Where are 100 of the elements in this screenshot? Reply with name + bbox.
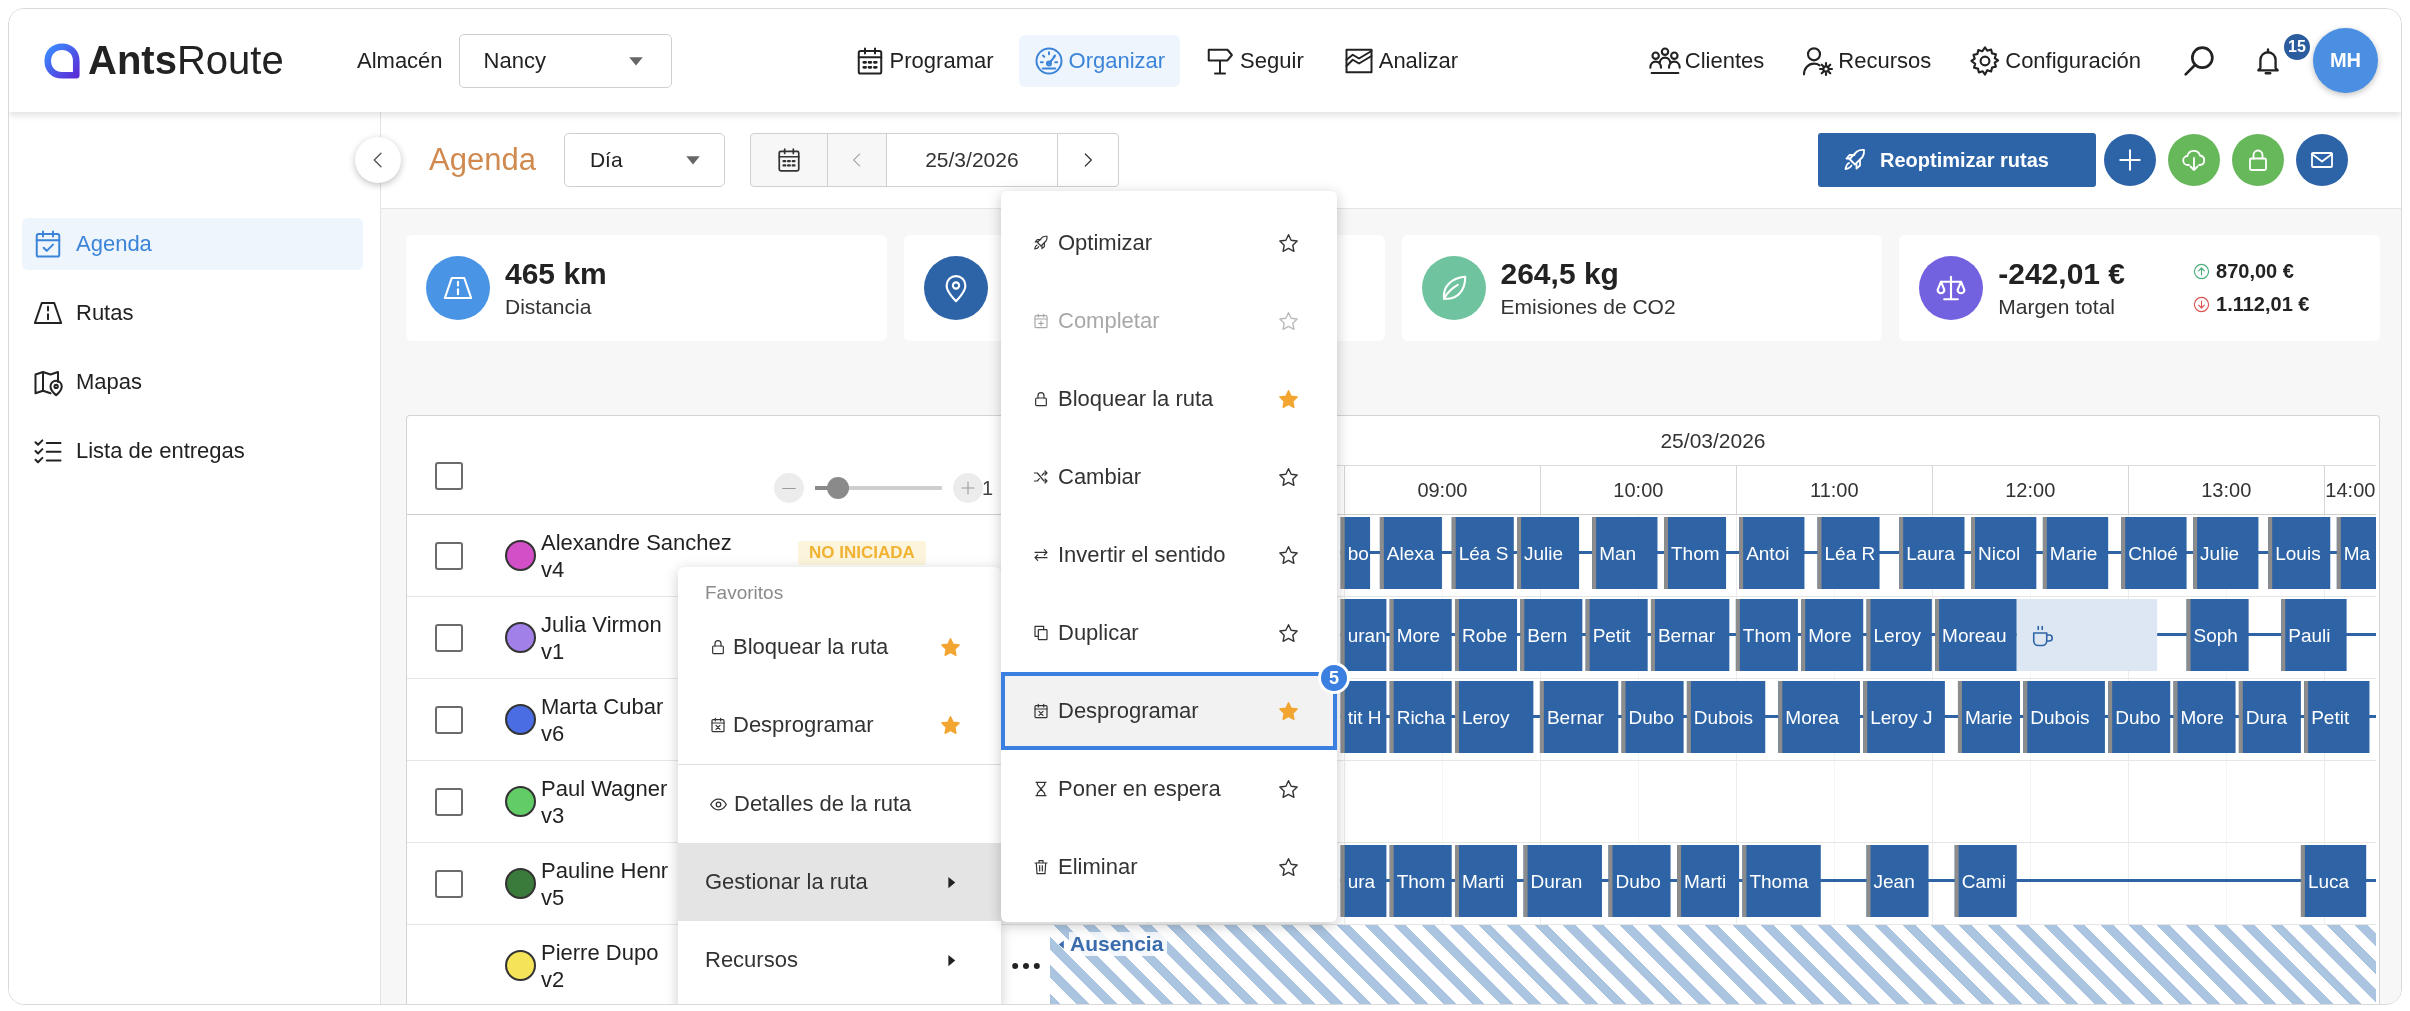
visit[interactable]: Richa xyxy=(1389,681,1452,753)
menu-item[interactable]: Bloquear la ruta xyxy=(678,608,1001,686)
visit[interactable]: Thom xyxy=(1735,599,1798,671)
visit[interactable]: Laura xyxy=(1899,517,1965,589)
visit[interactable]: Dura xyxy=(2238,681,2301,753)
visit[interactable]: Antoi xyxy=(1739,517,1805,589)
visit[interactable]: Thom xyxy=(1389,845,1452,917)
visit[interactable]: Louis xyxy=(2268,517,2331,589)
visit[interactable]: Soph xyxy=(2186,599,2249,671)
menu-item[interactable]: Gestionar la ruta xyxy=(678,843,1001,921)
menu-item[interactable]: Desprogramar xyxy=(678,686,1001,764)
visit[interactable]: Chloé xyxy=(2121,517,2187,589)
menu-item[interactable]: Recursos xyxy=(678,921,1001,999)
zoom-value: 1 xyxy=(982,476,994,500)
menu-item[interactable]: Invertir el sentido xyxy=(1001,516,1337,594)
nav-tab[interactable]: Programar xyxy=(839,34,1009,87)
visit[interactable]: Leroy xyxy=(1455,681,1534,753)
visit[interactable]: Duran xyxy=(1523,845,1602,917)
visit[interactable]: Morea xyxy=(1778,681,1860,753)
visit[interactable]: More xyxy=(1801,599,1864,671)
menu-item[interactable]: Optimizar xyxy=(1001,204,1337,282)
search-button[interactable] xyxy=(2183,44,2215,77)
nav-tab[interactable]: Organizar xyxy=(1018,34,1181,87)
visit[interactable]: Dubo xyxy=(1621,681,1684,753)
visit[interactable]: Bern xyxy=(1520,599,1583,671)
reoptimize-button[interactable]: Reoptimizar rutas xyxy=(1818,133,2096,187)
menu-item[interactable]: Bloquear la ruta xyxy=(1001,360,1337,438)
slider-thumb[interactable] xyxy=(826,477,849,499)
select-all-checkbox[interactable] xyxy=(435,462,463,490)
visit[interactable]: bo xyxy=(1340,517,1371,589)
visit[interactable]: More xyxy=(1389,599,1452,671)
visit[interactable]: Leroy xyxy=(1866,599,1932,671)
menu-item[interactable]: Cambiar xyxy=(1001,438,1337,516)
visit[interactable]: Man xyxy=(1592,517,1658,589)
visit[interactable]: Dubo xyxy=(2108,681,2171,753)
visit[interactable]: Ma xyxy=(2336,517,2376,589)
visit[interactable]: Petit xyxy=(2304,681,2370,753)
calendar-button[interactable] xyxy=(749,133,828,187)
add-button[interactable] xyxy=(2104,134,2156,186)
visit[interactable]: tit H xyxy=(1340,681,1387,753)
visit[interactable]: Thom xyxy=(1664,517,1727,589)
visit[interactable]: Marie xyxy=(2042,517,2109,589)
visit[interactable]: Petit xyxy=(1585,599,1648,671)
sidebar-item[interactable]: Lista de entregas xyxy=(22,425,363,477)
visit[interactable]: Marti xyxy=(1455,845,1518,917)
nav-link[interactable]: Recursos xyxy=(1802,44,1932,77)
calendar-x-icon xyxy=(1033,703,1049,719)
visit[interactable]: uran xyxy=(1340,599,1387,671)
more-button[interactable] xyxy=(1012,962,1040,969)
nav-tab[interactable]: Analizar xyxy=(1328,34,1474,87)
visit[interactable]: Luca xyxy=(2300,845,2367,917)
visit[interactable]: Dubo xyxy=(1608,845,1671,917)
menu-item[interactable]: Poner en espera xyxy=(1001,750,1337,828)
checkbox[interactable] xyxy=(435,541,463,570)
warehouse-label: Almacén xyxy=(357,47,443,74)
checkbox[interactable] xyxy=(435,787,463,816)
visit[interactable]: Marti xyxy=(1677,845,1740,917)
nav-link[interactable]: Configuración xyxy=(1969,44,2141,77)
notification-badge: 15 xyxy=(2282,31,2312,62)
visit[interactable]: Bernar xyxy=(1539,681,1619,753)
visit[interactable]: Julie xyxy=(1517,517,1580,589)
visit[interactable]: Jean xyxy=(1866,845,1929,917)
visit[interactable]: Dubois xyxy=(2023,681,2105,753)
visit[interactable]: Robe xyxy=(1455,599,1518,671)
visit[interactable]: Alexa xyxy=(1379,517,1442,589)
visit[interactable]: Léa S xyxy=(1451,517,1514,589)
sidebar-item[interactable]: Mapas xyxy=(22,356,363,408)
visit[interactable]: Thoma xyxy=(1742,845,1821,917)
people-icon xyxy=(1648,44,1681,77)
notifications-button[interactable] xyxy=(2254,46,2282,75)
visit[interactable]: Nicol xyxy=(1971,517,2037,589)
visit[interactable]: Dubois xyxy=(1686,681,1766,753)
sidebar-item[interactable]: Agenda xyxy=(22,218,363,270)
driver-name: Pierre Dupo xyxy=(541,938,659,966)
checkbox[interactable] xyxy=(435,705,463,734)
visit[interactable]: Marie xyxy=(1957,681,2020,753)
visit[interactable]: Leroy J xyxy=(1863,681,1945,753)
driver-name: Alexandre Sanchez xyxy=(541,528,732,556)
menu-item[interactable]: Detalles de la ruta xyxy=(678,765,1001,843)
view-select[interactable]: Día xyxy=(563,133,725,187)
warehouse-select[interactable]: Nancy xyxy=(458,33,672,88)
sidebar-item[interactable]: Rutas xyxy=(22,287,363,339)
date-field[interactable]: 25/3/2026 xyxy=(885,133,1058,187)
visit[interactable]: Léa R xyxy=(1817,517,1880,589)
visit[interactable]: Cami xyxy=(1954,845,2017,917)
visit[interactable]: More xyxy=(2173,681,2236,753)
visit[interactable]: ura xyxy=(1340,845,1387,917)
visit[interactable]: Moreau xyxy=(1935,599,2017,671)
nav-link[interactable]: Clientes xyxy=(1648,44,1765,77)
visit[interactable]: Julie xyxy=(2193,517,2259,589)
nav-tab[interactable]: Seguir xyxy=(1190,34,1319,87)
avatar-button[interactable]: MH xyxy=(2313,28,2378,93)
email-button[interactable] xyxy=(2296,134,2348,186)
swap-icon xyxy=(1033,547,1049,563)
checkbox[interactable] xyxy=(435,869,463,898)
visit[interactable]: Bernar xyxy=(1650,599,1730,671)
rocket-icon xyxy=(1843,148,1867,172)
menu-item[interactable]: Eliminar xyxy=(1001,828,1337,906)
visit[interactable]: Pauli xyxy=(2281,599,2347,671)
checkbox[interactable] xyxy=(435,623,463,652)
